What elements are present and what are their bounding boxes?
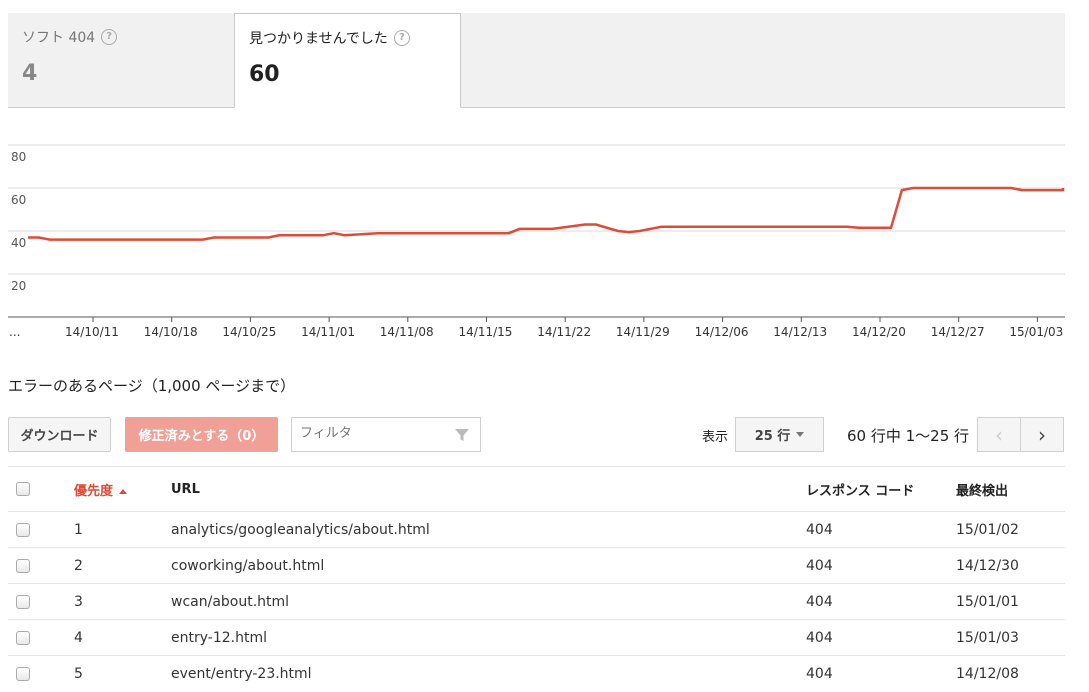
filter-box — [291, 417, 481, 452]
x-tick-label: 14/11/01 — [301, 325, 355, 339]
tab-soft-404-title: ソフト 404 — [22, 30, 96, 46]
x-tick-label: 14/12/27 — [931, 325, 985, 339]
chevron-right-icon: › — [1038, 422, 1046, 447]
priority-cell: 3 — [64, 583, 171, 620]
url-cell[interactable]: wcan/about.html — [171, 583, 806, 620]
x-tick-label: 14/10/18 — [144, 325, 198, 339]
tab-not-found-count: 60 — [249, 62, 280, 87]
tab-soft-404[interactable]: ソフト 404 ? 4 — [8, 13, 234, 107]
column-header-url[interactable]: URL — [171, 466, 806, 512]
tab-soft-404-count: 4 — [22, 61, 38, 86]
row-checkbox[interactable] — [16, 666, 30, 681]
table-toolbar: ダウンロード 修正済みとする（0） 表示 25 行 60 行中 1〜25 行 ‹… — [8, 417, 1065, 453]
x-tick-label: 14/11/15 — [459, 325, 513, 339]
chevron-down-icon — [796, 432, 805, 437]
help-icon[interactable]: ? — [393, 30, 410, 46]
error-pages-table: 優先度 URL レスポンス コード 最終検出 1 analytics/googl… — [8, 466, 1065, 691]
row-checkbox[interactable] — [16, 558, 30, 573]
priority-cell: 5 — [64, 655, 171, 691]
series-line — [28, 186, 1065, 241]
error-trend-chart: 80 60 40 20... 14/10/11 14/10/18 14/10/25 14/11… — [8, 144, 1065, 339]
response-code-cell: 404 — [806, 655, 956, 691]
select-all-checkbox[interactable] — [16, 482, 30, 496]
column-header-last-detected[interactable]: 最終検出 — [956, 466, 1065, 512]
x-tick-label: ... — [9, 325, 20, 339]
download-button[interactable]: ダウンロード — [8, 417, 111, 452]
tab-strip: ソフト 404 ? 4 見つかりませんでした ? 60 — [8, 13, 1065, 108]
url-cell[interactable]: coworking/about.html — [171, 547, 806, 584]
rows-per-page-label: 表示 — [702, 430, 729, 445]
y-tick-label: 40 — [11, 236, 26, 250]
last-detected-cell: 14/12/30 — [956, 547, 1065, 584]
x-tick-label: 14/12/20 — [852, 325, 906, 339]
url-cell[interactable]: event/entry-23.html — [171, 655, 806, 691]
row-checkbox[interactable] — [16, 522, 30, 537]
table-row[interactable]: 1 analytics/googleanalytics/about.html 4… — [8, 511, 1065, 548]
last-detected-cell: 15/01/03 — [956, 619, 1065, 656]
table-row[interactable]: 5 event/entry-23.html 404 14/12/08 — [8, 655, 1065, 691]
prev-page-button[interactable]: ‹ — [977, 417, 1021, 452]
filter-input[interactable] — [292, 418, 458, 449]
pagination-range: 60 行中 1〜25 行 — [847, 427, 970, 445]
tab-not-found-title: 見つかりませんでした — [249, 31, 388, 47]
mark-fixed-button[interactable]: 修正済みとする（0） — [125, 417, 278, 452]
last-detected-cell: 15/01/01 — [956, 583, 1065, 620]
last-detected-cell: 14/12/08 — [956, 655, 1065, 691]
x-tick-label: 14/12/13 — [773, 325, 827, 339]
table-row[interactable]: 4 entry-12.html 404 15/01/03 — [8, 619, 1065, 656]
column-header-response-code[interactable]: レスポンス コード — [806, 466, 956, 512]
row-checkbox[interactable] — [16, 630, 30, 645]
x-tick-label: 14/11/22 — [537, 325, 591, 339]
x-tick-label: 14/10/11 — [65, 325, 119, 339]
priority-cell: 1 — [64, 511, 171, 548]
column-header-priority[interactable]: 優先度 — [64, 466, 171, 512]
y-tick-label: 80 — [11, 150, 26, 164]
response-code-cell: 404 — [806, 547, 956, 584]
url-cell[interactable]: analytics/googleanalytics/about.html — [171, 511, 806, 548]
section-title: エラーのあるページ（1,000 ページまで） — [8, 377, 296, 395]
sort-ascending-icon — [119, 488, 128, 494]
table-header-row: 優先度 URL レスポンス コード 最終検出 — [8, 466, 1065, 512]
response-code-cell: 404 — [806, 511, 956, 548]
x-tick-label: 14/11/29 — [616, 325, 670, 339]
help-icon[interactable]: ? — [101, 29, 118, 45]
y-tick-label: 60 — [11, 193, 26, 207]
priority-cell: 2 — [64, 547, 171, 584]
row-checkbox[interactable] — [16, 594, 30, 609]
filter-icon[interactable] — [454, 427, 470, 443]
response-code-cell: 404 — [806, 583, 956, 620]
priority-cell: 4 — [64, 619, 171, 656]
last-detected-cell: 15/01/02 — [956, 511, 1065, 548]
table-row[interactable]: 3 wcan/about.html 404 15/01/01 — [8, 583, 1065, 620]
next-page-button[interactable]: › — [1020, 417, 1064, 452]
y-tick-label: 20 — [11, 279, 26, 293]
chevron-left-icon: ‹ — [995, 422, 1003, 447]
tab-not-found[interactable]: 見つかりませんでした ? 60 — [234, 13, 461, 108]
table-row[interactable]: 2 coworking/about.html 404 14/12/30 — [8, 547, 1065, 584]
rows-per-page-select[interactable]: 25 行 — [735, 417, 824, 452]
x-tick-label: 15/01/03 — [1009, 325, 1063, 339]
response-code-cell: 404 — [806, 619, 956, 656]
x-tick-label: 14/11/08 — [380, 325, 434, 339]
x-tick-label: 14/10/25 — [222, 325, 276, 339]
x-tick-label: 14/12/06 — [695, 325, 749, 339]
rows-per-page-value: 25 行 — [754, 429, 791, 444]
url-cell[interactable]: entry-12.html — [171, 619, 806, 656]
